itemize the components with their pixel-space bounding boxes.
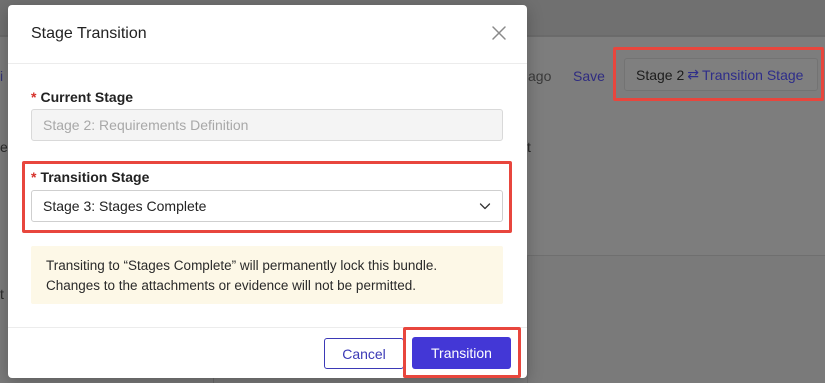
stage-transition-modal: Stage Transition * Current Stage Stage 2:…: [8, 5, 527, 378]
close-icon[interactable]: [490, 24, 508, 42]
required-mark: *: [31, 169, 37, 185]
modal-title: Stage Transition: [31, 25, 147, 42]
background-text-fragment: t: [0, 286, 4, 302]
current-stage-input: Stage 2: Requirements Definition: [31, 109, 503, 141]
transition-stage-select[interactable]: Stage 3: Stages Complete: [31, 190, 503, 222]
transition-stage-label: * Transition Stage: [31, 169, 149, 185]
warning-line: Transiting to “Stages Complete” will per…: [46, 258, 438, 273]
stage-badge[interactable]: Stage 2 ⇄ Transition Stage: [624, 58, 818, 91]
cancel-button[interactable]: Cancel: [324, 338, 404, 369]
current-stage-label-text: Current Stage: [40, 89, 134, 105]
background-save-link[interactable]: Save: [573, 68, 605, 84]
stage-badge-highlight: Stage 2 ⇄ Transition Stage: [613, 47, 824, 101]
warning-line: Changes to the attachments or evidence w…: [46, 278, 416, 293]
background-text-fragment: t: [527, 139, 531, 155]
transition-stage-label-text: Transition Stage: [40, 169, 150, 185]
current-stage-label: * Current Stage: [31, 89, 133, 105]
warning-banner: Transiting to “Stages Complete” will per…: [31, 246, 503, 304]
header-divider: [8, 63, 527, 64]
swap-icon: ⇄: [687, 66, 699, 83]
background-panel: [527, 255, 825, 383]
chevron-down-icon: [479, 203, 491, 210]
stage-badge-current: Stage 2: [636, 66, 685, 83]
background-text-fragment: e: [0, 139, 8, 155]
required-mark: *: [31, 89, 37, 105]
background-text-fragment: i: [0, 68, 4, 84]
transition-stage-selected: Stage 3: Stages Complete: [43, 198, 207, 214]
transition-button[interactable]: Transition: [412, 337, 511, 369]
background-timestamp: ago: [528, 68, 552, 84]
transition-stage-link[interactable]: Transition Stage: [702, 67, 803, 83]
